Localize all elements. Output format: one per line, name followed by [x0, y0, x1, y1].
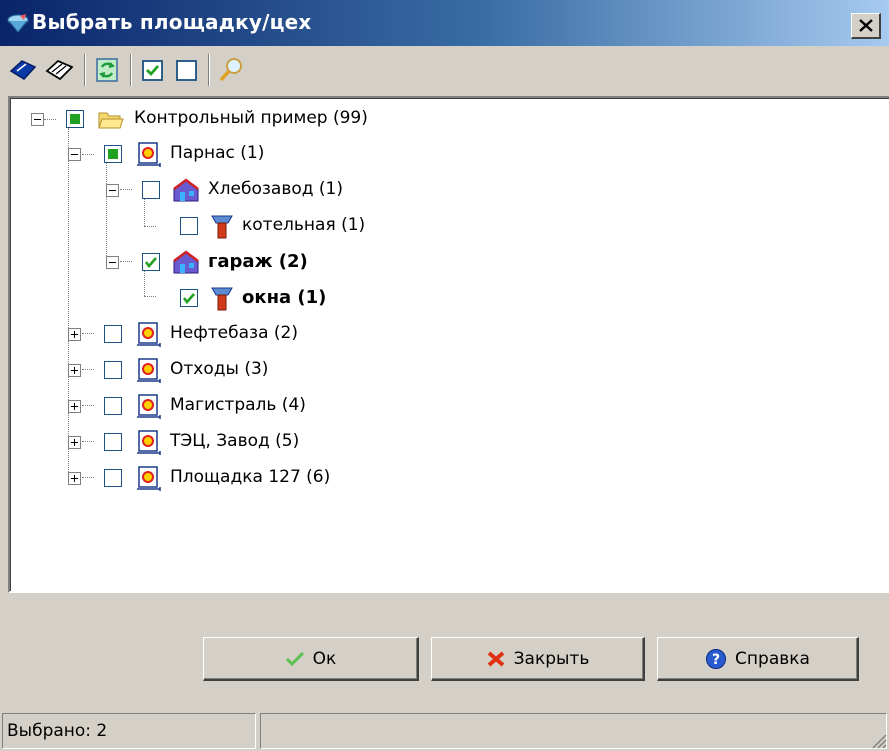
- tree-checkbox[interactable]: [142, 253, 160, 271]
- toolbar-separator: [208, 54, 210, 86]
- help-icon: ?: [706, 648, 727, 669]
- refresh-button[interactable]: [92, 55, 122, 85]
- tree-node-label: Парнас (1): [170, 143, 265, 163]
- site-icon: [137, 142, 161, 167]
- uncheck-button[interactable]: [172, 55, 202, 85]
- tree-node-label: Магистраль (4): [170, 395, 306, 415]
- tree-node-label: окна (1): [242, 287, 327, 308]
- resize-grip-icon[interactable]: [869, 731, 887, 749]
- tree-node-label: Нефтебаза (2): [170, 323, 298, 343]
- app-icon: [7, 14, 29, 33]
- check-icon: [285, 651, 304, 666]
- status-bar: Выбрано: 2: [0, 711, 889, 751]
- tree-node-root[interactable]: Контрольный пример (99): [10, 104, 870, 134]
- tree-node-site[interactable]: Нефтебаза (2): [10, 319, 870, 349]
- folder-icon: [98, 112, 124, 129]
- site-icon: [137, 322, 161, 347]
- tree-node-label: Хлебозавод (1): [208, 179, 343, 199]
- tree-checkbox[interactable]: [66, 110, 84, 128]
- building-icon: [173, 178, 199, 202]
- tree-node-shop[interactable]: котельная (1): [10, 211, 870, 241]
- site-icon: [137, 430, 161, 455]
- tree-checkbox[interactable]: [180, 289, 198, 307]
- uncheck-all-button[interactable]: [44, 55, 74, 85]
- tree-view[interactable]: Контрольный пример (99) Парнас (1) Хлебо…: [8, 96, 889, 593]
- status-empty-cell: [260, 713, 887, 749]
- building-icon: [173, 250, 199, 274]
- check-button[interactable]: [138, 55, 168, 85]
- tree-node-site[interactable]: Парнас (1): [10, 139, 870, 169]
- tree-node-label: Отходы (3): [170, 359, 269, 379]
- tree-checkbox[interactable]: [104, 397, 122, 415]
- collapse-toggle[interactable]: [68, 148, 81, 161]
- toolbar: [0, 46, 889, 92]
- close-button-label: Закрыть: [513, 648, 590, 669]
- tree-node-label: Контрольный пример (99): [134, 108, 368, 128]
- checkbox-empty-icon: [176, 60, 197, 81]
- expand-toggle[interactable]: [68, 364, 81, 377]
- window-title: Выбрать площадку/цех: [32, 10, 312, 34]
- toolbar-separator: [130, 54, 132, 86]
- close-icon: [487, 650, 504, 667]
- check-all-icon: [9, 60, 37, 80]
- toolbar-separator: [84, 54, 86, 86]
- site-icon: [137, 358, 161, 383]
- title-bar: Выбрать площадку/цех: [0, 0, 889, 46]
- tree-checkbox[interactable]: [180, 217, 198, 235]
- tree-node-site[interactable]: Магистраль (4): [10, 391, 870, 421]
- expand-toggle[interactable]: [68, 400, 81, 413]
- uncheck-all-icon: [45, 59, 74, 81]
- ok-button-label: Ок: [312, 648, 337, 669]
- help-button-label: Справка: [735, 648, 810, 669]
- tree-node-label: Площадка 127 (6): [170, 467, 331, 487]
- tree-node-site[interactable]: Площадка 127 (6): [10, 463, 870, 493]
- collapse-toggle[interactable]: [106, 184, 119, 197]
- ok-button[interactable]: Ок: [203, 637, 419, 681]
- expand-toggle[interactable]: [68, 436, 81, 449]
- tree-checkbox[interactable]: [104, 469, 122, 487]
- tree-checkbox[interactable]: [104, 433, 122, 451]
- tree-node-site[interactable]: ТЭЦ, Завод (5): [10, 427, 870, 457]
- close-dialog-button[interactable]: Закрыть: [431, 637, 645, 681]
- tree-checkbox[interactable]: [104, 361, 122, 379]
- tree-node-label: котельная (1): [242, 215, 366, 235]
- refresh-icon: [96, 58, 118, 82]
- tree-node-site[interactable]: Отходы (3): [10, 355, 870, 385]
- close-icon: [859, 19, 873, 32]
- collapse-toggle[interactable]: [106, 256, 119, 269]
- check-icon: [144, 257, 157, 269]
- tree-node-label: ТЭЦ, Завод (5): [170, 431, 300, 451]
- pipe-icon: [211, 287, 233, 311]
- status-selected-text: Выбрано: 2: [7, 721, 108, 741]
- tree-node-building[interactable]: гараж (2): [10, 247, 870, 277]
- help-button[interactable]: ? Справка: [657, 637, 859, 681]
- expand-toggle[interactable]: [68, 472, 81, 485]
- site-icon: [137, 394, 161, 419]
- tree-checkbox[interactable]: [104, 325, 122, 343]
- tree-checkbox[interactable]: [104, 145, 122, 163]
- close-button[interactable]: [851, 13, 881, 39]
- tree-node-label: гараж (2): [208, 251, 308, 272]
- collapse-toggle[interactable]: [31, 113, 44, 126]
- check-all-button[interactable]: [8, 55, 38, 85]
- svg-text:?: ?: [712, 652, 720, 668]
- pipe-icon: [211, 215, 233, 239]
- expand-toggle[interactable]: [68, 328, 81, 341]
- checkbox-checked-icon: [142, 60, 163, 81]
- status-selected-cell: Выбрано: 2: [2, 713, 256, 749]
- check-icon: [182, 293, 195, 305]
- tree-node-building[interactable]: Хлебозавод (1): [10, 175, 870, 205]
- search-icon: [219, 58, 242, 82]
- site-icon: [137, 466, 161, 491]
- tree-checkbox[interactable]: [142, 181, 160, 199]
- tree-node-shop[interactable]: окна (1): [10, 283, 870, 313]
- search-button[interactable]: [216, 55, 246, 85]
